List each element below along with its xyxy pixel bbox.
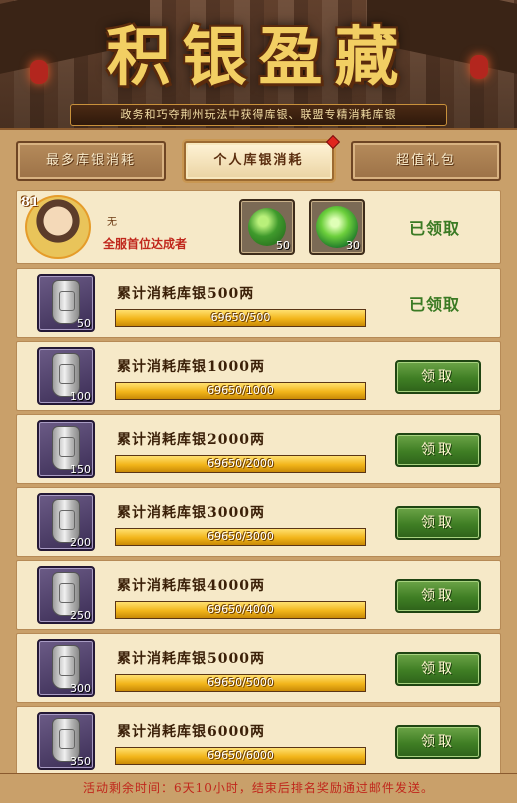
silver-reward-item[interactable]: 250 bbox=[37, 566, 95, 624]
progress-bar: 69650/4000 bbox=[115, 601, 366, 619]
reward-panel: 最多库银消耗 个人库银消耗 超值礼包 81 无 全服首位达成者 50 30 已领… bbox=[0, 128, 517, 776]
item-quantity: 300 bbox=[70, 682, 91, 695]
reward-row: 250 累计消耗库银4000两 69650/4000 领取 bbox=[16, 560, 501, 630]
progress-text: 69650/3000 bbox=[207, 530, 274, 543]
event-banner: 积银盈藏 政务和巧夺荆州玩法中获得库银、联盟专精消耗库银 bbox=[0, 0, 517, 130]
silver-reward-item[interactable]: 150 bbox=[37, 420, 95, 478]
reward-row: 100 累计消耗库银1000两 69650/1000 领取 bbox=[16, 341, 501, 411]
item-quantity: 200 bbox=[70, 536, 91, 549]
progress-bar: 69650/3000 bbox=[115, 528, 366, 546]
claim-button[interactable]: 领取 bbox=[395, 433, 481, 467]
tab-bar: 最多库银消耗 个人库银消耗 超值礼包 bbox=[16, 134, 501, 184]
claimed-status: 已领取 bbox=[409, 295, 461, 314]
claim-button[interactable]: 领取 bbox=[395, 360, 481, 394]
item-quantity: 250 bbox=[70, 609, 91, 622]
event-title: 积银盈藏 bbox=[106, 20, 411, 95]
reward-row: 150 累计消耗库银2000两 69650/2000 领取 bbox=[16, 414, 501, 484]
progress-bar: 69650/5000 bbox=[115, 674, 366, 692]
achiever-name: 无 bbox=[107, 217, 117, 228]
claim-button[interactable]: 领取 bbox=[395, 652, 481, 686]
reward-row: 50 累计消耗库银500两 69650/500 已领取 bbox=[16, 268, 501, 338]
claim-button[interactable]: 领取 bbox=[395, 725, 481, 759]
first-achiever-row: 81 无 全服首位达成者 50 30 已领取 bbox=[16, 190, 501, 264]
progress-bar: 69650/6000 bbox=[115, 747, 366, 765]
claim-button[interactable]: 领取 bbox=[395, 506, 481, 540]
item-quantity: 50 bbox=[77, 317, 91, 330]
item-quantity: 30 bbox=[346, 239, 360, 252]
reward-title: 累计消耗库银4000两 bbox=[117, 578, 265, 594]
claim-button[interactable]: 领取 bbox=[395, 579, 481, 613]
event-subtitle: 政务和巧夺荆州玩法中获得库银、联盟专精消耗库银 bbox=[70, 104, 447, 126]
silver-ingot-icon bbox=[52, 280, 80, 324]
reward-list: 50 累计消耗库银500两 69650/500 已领取 100 累计消耗库银10… bbox=[16, 268, 501, 779]
progress-text: 69650/1000 bbox=[207, 384, 274, 397]
reward-row: 300 累计消耗库银5000两 69650/5000 领取 bbox=[16, 633, 501, 703]
item-quantity: 50 bbox=[276, 239, 290, 252]
reward-row: 200 累计消耗库银3000两 69650/3000 领取 bbox=[16, 487, 501, 557]
reward-title: 累计消耗库银5000两 bbox=[117, 651, 265, 667]
reward-title: 累计消耗库银3000两 bbox=[117, 505, 265, 521]
reward-title: 累计消耗库银2000两 bbox=[117, 432, 265, 448]
achiever-label: 全服首位达成者 bbox=[103, 237, 188, 251]
event-timer-note: 活动剩余时间：6天10小时，结束后排名奖励通过邮件发送。 bbox=[0, 773, 517, 803]
progress-text: 69650/2000 bbox=[207, 457, 274, 470]
reward-title: 累计消耗库银1000两 bbox=[117, 359, 265, 375]
item-quantity: 100 bbox=[70, 390, 91, 403]
claimed-status: 已领取 bbox=[409, 219, 461, 238]
reward-title: 累计消耗库银6000两 bbox=[117, 724, 265, 740]
tab-personal-consumption[interactable]: 个人库银消耗 bbox=[183, 134, 340, 181]
progress-bar: 69650/2000 bbox=[115, 455, 366, 473]
silver-reward-item[interactable]: 350 bbox=[37, 712, 95, 770]
reward-row: 350 累计消耗库银6000两 69650/6000 领取 bbox=[16, 706, 501, 776]
avatar[interactable]: 81 bbox=[21, 195, 91, 259]
item-quantity: 350 bbox=[70, 755, 91, 768]
progress-bar: 69650/500 bbox=[115, 309, 366, 327]
silver-reward-item[interactable]: 50 bbox=[37, 274, 95, 332]
reward-title: 累计消耗库银500两 bbox=[117, 286, 255, 302]
tab-value-pack[interactable]: 超值礼包 bbox=[351, 141, 501, 181]
silver-reward-item[interactable]: 100 bbox=[37, 347, 95, 405]
tab-label: 个人库银消耗 bbox=[213, 153, 304, 168]
tab-most-consumption[interactable]: 最多库银消耗 bbox=[16, 141, 166, 181]
progress-text: 69650/6000 bbox=[207, 749, 274, 762]
reward-item[interactable]: 30 bbox=[309, 199, 365, 255]
progress-text: 69650/4000 bbox=[207, 603, 274, 616]
progress-bar: 69650/1000 bbox=[115, 382, 366, 400]
progress-text: 69650/500 bbox=[210, 311, 271, 324]
reward-item[interactable]: 50 bbox=[239, 199, 295, 255]
silver-reward-item[interactable]: 200 bbox=[37, 493, 95, 551]
avatar-level: 81 bbox=[21, 195, 40, 210]
alert-dot-icon bbox=[325, 134, 340, 150]
progress-text: 69650/5000 bbox=[207, 676, 274, 689]
silver-reward-item[interactable]: 300 bbox=[37, 639, 95, 697]
item-quantity: 150 bbox=[70, 463, 91, 476]
